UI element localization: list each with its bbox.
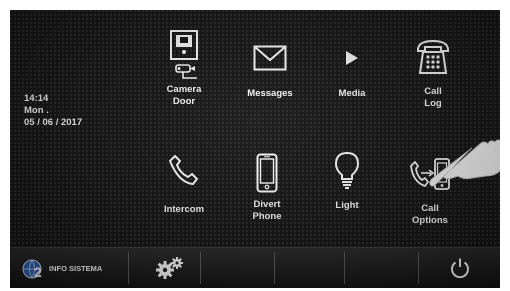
play-icon	[346, 51, 358, 65]
clock-time: 14:14	[24, 93, 49, 104]
clock-day: Mon .	[24, 105, 49, 116]
gears-icon	[156, 257, 183, 279]
light-label: Light	[335, 200, 359, 211]
camera-door-label: Camera Door	[166, 84, 202, 107]
clock-panel: 14:14 Mon . 05 / 06 / 2017	[24, 93, 82, 129]
pointing-hand-icon	[429, 139, 500, 187]
media-button[interactable]: Media	[314, 50, 390, 100]
info-sistema-text: INFO SISTEMA	[49, 263, 103, 273]
light-button[interactable]: Light	[309, 151, 385, 212]
envelope-icon	[253, 45, 287, 71]
clock-date: 05 / 06 / 2017	[24, 117, 83, 128]
call-log-button[interactable]: Call Log	[395, 38, 471, 109]
bar-divider	[128, 252, 129, 284]
divert-phone-button[interactable]: Divert Phone	[229, 153, 305, 222]
bottom-bar: 2 INFO SISTEMA	[10, 247, 500, 288]
empty-slot-1[interactable]	[201, 252, 274, 284]
svg-text:2: 2	[34, 264, 42, 280]
settings-button[interactable]	[140, 252, 200, 284]
call-log-label: Call Log	[424, 86, 442, 109]
intercom-button[interactable]: Intercom	[146, 153, 222, 216]
messages-label: Messages	[247, 88, 293, 99]
messages-button[interactable]: Messages	[232, 45, 308, 100]
call-options-label: Call Options	[412, 203, 448, 226]
smartphone-icon	[256, 153, 278, 193]
empty-slot-2[interactable]	[275, 252, 344, 284]
empty-slot-3[interactable]	[345, 252, 418, 284]
power-icon	[450, 258, 469, 279]
intercom-screen: 14:14 Mon . 05 / 06 / 2017 Camera Door M…	[10, 10, 500, 288]
globe-logo-icon: 2	[22, 259, 42, 280]
media-label: Media	[338, 88, 366, 99]
camera-door-button[interactable]: Camera Door	[146, 30, 222, 107]
handset-icon	[169, 155, 198, 185]
info-sistema-logo[interactable]: 2 INFO SISTEMA	[20, 252, 124, 284]
camera-door-icon	[170, 30, 198, 79]
divert-phone-label: Divert Phone	[252, 199, 282, 222]
power-button[interactable]	[419, 252, 500, 284]
telephone-icon	[417, 39, 449, 74]
lightbulb-icon	[334, 151, 360, 189]
intercom-label: Intercom	[163, 204, 205, 215]
